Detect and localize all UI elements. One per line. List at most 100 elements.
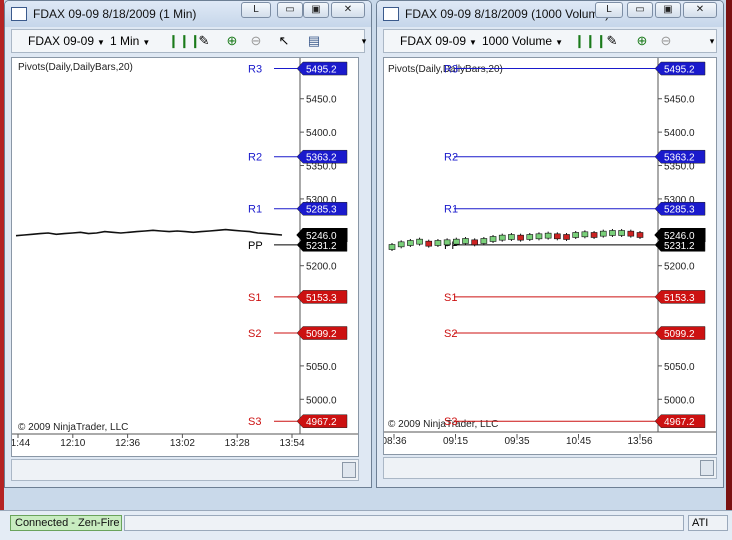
pivot-price-r2: 5363.2 (664, 153, 695, 164)
pivot-label-s1: S1 (444, 292, 457, 304)
candle-body (416, 238, 423, 245)
pivot-price-s2: 5099.2 (664, 329, 695, 340)
pivot-price-s3: 4967.2 (664, 417, 695, 428)
candle-body (590, 232, 598, 238)
indicator-label: Pivots(Daily,DailyBars,20) (18, 62, 133, 73)
close-icon[interactable]: ✕ (683, 2, 717, 18)
properties-icon[interactable]: ▤ (306, 33, 322, 49)
candle-body (388, 244, 396, 250)
candle-body (452, 238, 460, 245)
y-tick-label: 5050.0 (664, 362, 695, 373)
pivot-price-r3: 5495.2 (664, 65, 695, 76)
pencil-icon[interactable]: ✎ (604, 33, 620, 49)
maximize-icon[interactable]: ▣ (655, 2, 681, 18)
pivot-label-pp: PP (248, 240, 263, 252)
pivot-price-s2: 5099.2 (306, 329, 337, 340)
link-button[interactable]: L (595, 2, 623, 18)
x-tick-label: 12:36 (115, 438, 140, 449)
status-message-area (124, 515, 684, 531)
candle-body (563, 234, 570, 240)
horizontal-scrollbar[interactable] (383, 457, 717, 479)
pivot-label-s2: S2 (248, 328, 261, 340)
x-tick-label: 09:15 (443, 436, 468, 447)
scrollbar-thumb[interactable] (700, 460, 714, 476)
pivot-label-s3: S3 (444, 416, 457, 428)
pivot-label-r1: R1 (248, 204, 262, 216)
last-price-label: 5246.0 (664, 231, 695, 242)
y-tick-label: 5050.0 (306, 362, 337, 373)
x-tick-label: 12:10 (60, 438, 85, 449)
maximize-icon[interactable]: ▣ (303, 2, 329, 18)
candle-body (508, 234, 515, 240)
candle-body (489, 236, 497, 242)
candle-body (636, 232, 644, 238)
pivot-label-s3: S3 (248, 416, 261, 428)
candle-body (425, 240, 433, 247)
chart-panel-1000volume[interactable]: Pivots(Daily,DailyBars,20) © 2009 NinjaT… (383, 57, 717, 455)
toolbar-overflow-icon[interactable]: ▾ (704, 33, 720, 49)
chevron-down-icon: ▼ (555, 38, 563, 47)
close-icon[interactable]: ✕ (331, 2, 365, 18)
pivot-price-r1: 5285.3 (306, 205, 337, 216)
pivot-label-s2: S2 (444, 328, 457, 340)
candles-icon[interactable]: ❙❙❙ (168, 33, 201, 49)
chart-window-1000volume[interactable]: FDAX 09-09 8/18/2009 (1000 Volume) L ▭ ▣… (376, 0, 724, 488)
chevron-down-icon: ▼ (142, 38, 151, 47)
interval-label: 1 Min (110, 34, 140, 48)
link-button[interactable]: L (241, 2, 271, 18)
horizontal-scrollbar[interactable] (11, 459, 359, 481)
pivot-price-s1: 5153.3 (306, 293, 337, 304)
x-tick-label: 13:56 (627, 436, 652, 447)
instrument-dropdown[interactable]: FDAX 09-09 ▼ (28, 34, 105, 48)
title-bar[interactable]: FDAX 09-09 8/18/2009 (1000 Volume) L ▭ ▣… (377, 1, 723, 27)
interval-dropdown[interactable]: 1000 Volume ▼ (482, 34, 563, 48)
candle-body (480, 238, 488, 244)
x-tick-label: 13:54 (279, 438, 304, 449)
chart-icon (11, 7, 27, 21)
zoom-in-icon[interactable]: ⊕ (634, 33, 650, 49)
candle-body (618, 230, 625, 236)
instrument-label: FDAX 09-09 (400, 34, 467, 48)
candle-body (462, 238, 469, 244)
pivot-price-s3: 4967.2 (306, 417, 337, 428)
title-bar[interactable]: FDAX 09-09 8/18/2009 (1 Min) L ▭ ▣ ✕ (5, 1, 371, 27)
zoom-in-icon[interactable]: ⊕ (224, 33, 240, 49)
x-tick-label: 13:28 (225, 438, 250, 449)
last-price-label: 5246.0 (306, 231, 337, 242)
pivot-label-r3: R3 (444, 64, 458, 76)
zoom-out-icon[interactable]: ⊖ (658, 33, 674, 49)
pivot-label-r1: R1 (444, 204, 458, 216)
toolbar-overflow-icon[interactable]: ▾ (356, 33, 371, 49)
y-tick-label: 5450.0 (664, 95, 695, 106)
window-title: FDAX 09-09 8/18/2009 (1 Min) (33, 7, 197, 21)
chart-panel-1min[interactable]: Pivots(Daily,DailyBars,20) © 2009 NinjaT… (11, 57, 359, 457)
pencil-icon[interactable]: ✎ (196, 33, 212, 49)
pivot-price-r2: 5363.2 (306, 153, 337, 164)
candles-icon[interactable]: ❙❙❙ (574, 33, 607, 49)
pivot-label-s1: S1 (248, 292, 261, 304)
minimize-icon[interactable]: ▭ (627, 2, 653, 18)
chart-window-1min[interactable]: FDAX 09-09 8/18/2009 (1 Min) L ▭ ▣ ✕ FDA… (4, 0, 372, 488)
cursor-icon[interactable]: ↖ (276, 33, 292, 49)
connection-status: Connected - Zen-Fire (10, 515, 122, 531)
x-tick-label: 08:36 (384, 436, 407, 447)
candle-body (627, 230, 635, 237)
ati-indicator: ATI (688, 515, 728, 531)
scrollbar-thumb[interactable] (342, 462, 356, 478)
y-tick-label: 5000.0 (306, 395, 337, 406)
interval-dropdown[interactable]: 1 Min ▼ (110, 34, 150, 48)
x-tick-label: 09:35 (504, 436, 529, 447)
candle-body (544, 232, 552, 239)
zoom-out-icon[interactable]: ⊖ (248, 33, 264, 49)
status-bar: Connected - Zen-Fire ATI (0, 510, 732, 540)
chart-toolbar: FDAX 09-09 ▼ 1000 Volume ▼ ❙❙❙ ✎ ⊕ ⊖ ▾ (383, 29, 717, 53)
y-tick-label: 5200.0 (664, 262, 695, 273)
pivot-price-r3: 5495.2 (306, 65, 337, 76)
x-tick-label: 10:45 (566, 436, 591, 447)
instrument-dropdown[interactable]: FDAX 09-09 ▼ (400, 34, 477, 48)
price-chart[interactable]: Pivots(Daily,DailyBars,20) © 2009 NinjaT… (384, 58, 716, 454)
y-tick-label: 5000.0 (664, 395, 695, 406)
candle-body (498, 234, 506, 241)
minimize-icon[interactable]: ▭ (277, 2, 303, 18)
price-chart[interactable]: Pivots(Daily,DailyBars,20) © 2009 NinjaT… (12, 58, 358, 456)
